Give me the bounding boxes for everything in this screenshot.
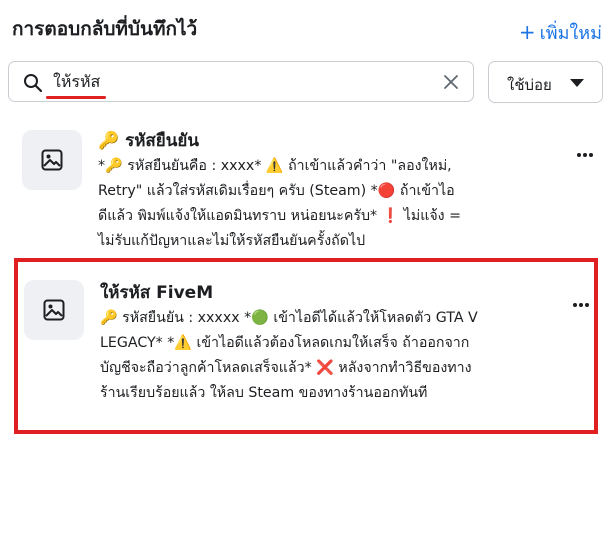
reply-line: ร้านเรียบร้อยแล้ว ให้ลบ Steam ของทางร้าน… (100, 385, 428, 401)
add-new-button[interactable]: + เพิ่มใหม่ (519, 18, 602, 47)
reply-content: 🔑 รหัสยืนยัน *🔑 รหัสยืนยันคือ : xxxx* ⚠️… (98, 128, 538, 254)
reply-line: ดีแล้ว พิมพ์แจ้งให้แอดมินทราบ หน่อยนะครั… (98, 208, 462, 224)
reply-line: *🔑 รหัสยืนยันคือ : xxxx* ⚠️ ถ้าเข้าแล้วค… (98, 158, 452, 174)
saved-reply-item-highlighted[interactable]: ให้รหัส FiveM 🔑 รหัสยืนยัน : xxxxx *🟢 เข… (14, 258, 598, 434)
reply-body: *🔑 รหัสยืนยันคือ : xxxx* ⚠️ ถ้าเข้าแล้วค… (98, 154, 538, 254)
reply-title: 🔑 รหัสยืนยัน (98, 131, 199, 151)
reply-line: 🔑 รหัสยืนยัน : xxxxx *🟢 เข้าไอดีได้แล้วใ… (100, 310, 478, 326)
image-icon (41, 149, 63, 171)
reply-line: Retry" แล้วใส่รหัสเดิมเรื่อยๆ ครับ (Stea… (98, 183, 455, 199)
reply-thumbnail (24, 280, 84, 340)
caret-down-icon (570, 79, 584, 87)
more-options-icon[interactable] (572, 148, 598, 162)
add-new-label: เพิ่มใหม่ (539, 23, 602, 44)
more-options-icon[interactable] (568, 298, 594, 312)
saved-reply-item[interactable]: 🔑 รหัสยืนยัน *🔑 รหัสยืนยันคือ : xxxx* ⚠️… (14, 122, 598, 258)
close-icon[interactable] (443, 74, 459, 90)
search-icon (24, 74, 43, 93)
reply-content: ให้รหัส FiveM 🔑 รหัสยืนยัน : xxxxx *🟢 เข… (100, 280, 534, 406)
plus-icon: + (518, 20, 536, 44)
search-input[interactable] (53, 68, 433, 96)
reply-line: LEGACY* *⚠️ เข้าไอดีแล้วต้องโหลดเกมให้เส… (100, 335, 470, 351)
reply-line: ไม่รับแก้ปัญหาและไม่ให้รหัสยืนยันครั้งถั… (98, 233, 366, 249)
reply-thumbnail (22, 130, 82, 190)
image-icon (43, 299, 65, 321)
sort-label: ใช้บ่อย (507, 76, 552, 94)
reply-title: ให้รหัส FiveM (100, 283, 214, 303)
page-title: การตอบกลับที่บันทึกไว้ (12, 18, 198, 40)
spellcheck-underline (46, 96, 106, 99)
header: การตอบกลับที่บันทึกไว้ + เพิ่มใหม่ (12, 10, 602, 46)
sort-dropdown[interactable]: ใช้บ่อย (488, 61, 603, 103)
reply-line: บัญชีจะถือว่าลูกค้าโหลดเสร็จแล้ว* ❌ หลัง… (100, 360, 472, 376)
reply-body: 🔑 รหัสยืนยัน : xxxxx *🟢 เข้าไอดีได้แล้วใ… (100, 306, 534, 406)
